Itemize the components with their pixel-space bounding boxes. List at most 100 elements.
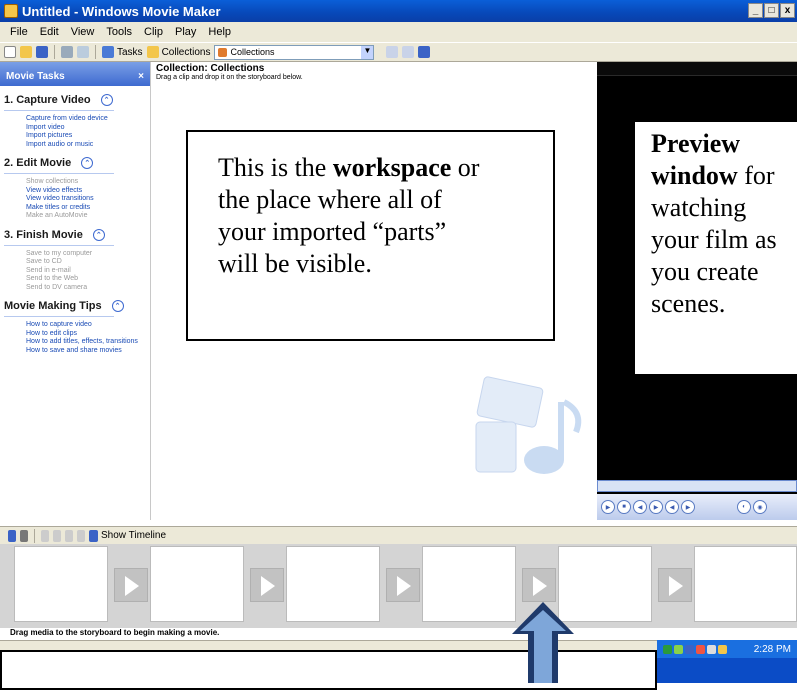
task-section-label: 2. Edit Movie	[4, 157, 72, 169]
minimize-button[interactable]: _	[748, 3, 763, 18]
task-link[interactable]: How to edit clips	[0, 330, 150, 339]
task-section-label: Movie Making Tips	[4, 300, 102, 312]
task-link: Send to the Web	[26, 275, 79, 282]
task-section-label: 3. Finish Movie	[4, 228, 83, 241]
task-link[interactable]: How to capture video	[0, 321, 150, 330]
open-folder-icon[interactable]	[20, 46, 32, 58]
task-section: 2. Edit Movie ⌃ Show collections View video…	[0, 155, 150, 221]
maximize-button[interactable]: □	[764, 3, 779, 18]
preview-header	[597, 62, 797, 76]
chevron-up-icon[interactable]: ⌃	[100, 94, 113, 106]
menu-view[interactable]: View	[65, 26, 101, 38]
play-icon[interactable]: ▶	[601, 500, 615, 514]
seek-bar[interactable]	[597, 480, 797, 492]
tray-app-icon[interactable]	[674, 644, 683, 654]
take-picture-icon[interactable]: ◉	[753, 500, 767, 514]
close-button[interactable]: x	[780, 3, 795, 18]
security-icon[interactable]	[718, 644, 727, 654]
new-project-icon[interactable]	[4, 46, 16, 58]
close-pane-icon[interactable]: ×	[138, 71, 144, 82]
task-link[interactable]: Make titles or credits	[0, 204, 150, 213]
storyboard-frame[interactable]	[150, 546, 244, 622]
collections-dropdown-value: Collections	[230, 47, 275, 57]
task-link[interactable]: View video effects	[0, 187, 150, 196]
narrate-icon[interactable]	[20, 529, 28, 542]
task-link[interactable]: Import audio or music	[0, 141, 150, 150]
collections-dropdown[interactable]: Collections ▼	[214, 44, 375, 60]
task-link[interactable]: How to save and share movies	[0, 347, 150, 356]
zoom-in-icon[interactable]	[41, 529, 49, 542]
play-storyboard-icon[interactable]	[77, 529, 85, 542]
zoom-out-icon[interactable]	[53, 529, 61, 542]
callout-line: the place where all of	[218, 185, 442, 214]
task-section: 1. Capture Video ⌃ Capture from video devi…	[0, 92, 150, 149]
chevron-up-icon[interactable]: ⌃	[92, 228, 105, 241]
tasks-button[interactable]: Tasks	[102, 46, 143, 58]
redo-icon[interactable]	[77, 46, 89, 58]
storyboard-frame[interactable]	[286, 546, 380, 622]
previous-frame-icon[interactable]: ◀	[633, 500, 647, 514]
storyboard-frame[interactable]	[694, 546, 797, 622]
toolbar: Tasks Collections Collections ▼	[0, 42, 797, 62]
tasks-icon	[102, 46, 114, 58]
chevron-down-icon: ▼	[361, 45, 374, 59]
transition-slot[interactable]	[114, 568, 148, 602]
menu-help[interactable]: Help	[202, 26, 237, 38]
transition-slot[interactable]	[522, 568, 556, 602]
split-clip-icon[interactable]: ◐	[737, 500, 751, 514]
task-link: Make an AutoMovie	[26, 212, 88, 219]
views-icon[interactable]	[418, 46, 431, 58]
task-link: Send in e-mail	[26, 266, 71, 274]
task-section-title[interactable]: Movie Making Tips ⌃	[0, 298, 150, 314]
menu-clip[interactable]: Clip	[138, 26, 169, 38]
transition-slot[interactable]	[386, 568, 420, 602]
up-one-level-icon[interactable]	[386, 46, 399, 58]
movie-maker-icon	[4, 4, 18, 18]
workspace: Collection: Collections Drag a clip and …	[152, 62, 597, 520]
forward-icon[interactable]: ▶	[681, 500, 695, 514]
new-collection-folder-icon[interactable]	[402, 46, 415, 58]
callout-line: watching	[651, 193, 747, 222]
network-icon[interactable]	[663, 644, 672, 654]
workspace-callout: This is the workspace or the place where…	[186, 130, 555, 341]
next-frame-icon[interactable]: ▶	[649, 500, 663, 514]
tray-app-icon[interactable]	[685, 644, 694, 654]
task-link[interactable]: How to add titles, effects, transitions	[0, 338, 150, 347]
task-section-title[interactable]: 2. Edit Movie ⌃	[0, 155, 150, 171]
collections-folder-icon	[146, 46, 159, 58]
movie-tasks-pane: Movie Tasks × 1. Capture Video ⌃ Capture f…	[0, 62, 151, 520]
preview-monitor: Preview window for watching your film as…	[597, 62, 797, 520]
task-link[interactable]: Capture from video device	[0, 115, 150, 124]
save-icon[interactable]	[36, 46, 48, 58]
tray-app-icon[interactable]	[696, 644, 705, 654]
task-link[interactable]: View video transitions	[0, 195, 150, 204]
task-link[interactable]: Import pictures	[0, 132, 150, 141]
rewind-storyboard-icon[interactable]	[65, 529, 73, 542]
volume-icon[interactable]	[707, 644, 716, 654]
menu-edit[interactable]: Edit	[34, 26, 65, 38]
rewind-icon[interactable]: ◀	[665, 500, 679, 514]
storyboard[interactable]	[0, 544, 797, 628]
menu-file[interactable]: File	[4, 26, 34, 38]
clock: 2:28 PM	[753, 643, 791, 655]
chevron-up-icon[interactable]: ⌃	[111, 300, 124, 312]
menu-play[interactable]: Play	[169, 26, 202, 38]
transition-slot[interactable]	[250, 568, 284, 602]
task-section-title[interactable]: 1. Capture Video ⌃	[0, 92, 150, 108]
movie-tasks-title: Movie Tasks	[6, 71, 65, 82]
storyboard-frame[interactable]	[14, 546, 108, 622]
chevron-up-icon[interactable]: ⌃	[81, 157, 94, 169]
show-timeline-button[interactable]: Show Timeline	[89, 529, 166, 542]
system-tray: 2:28 PM	[657, 640, 797, 658]
storyboard-frame[interactable]	[422, 546, 516, 622]
menu-tools[interactable]: Tools	[100, 26, 138, 38]
task-section-title[interactable]: 3. Finish Movie ⌃	[0, 227, 150, 243]
set-audio-levels-icon[interactable]	[8, 529, 16, 542]
collections-button[interactable]: Collections	[146, 46, 210, 58]
undo-icon[interactable]	[61, 46, 73, 58]
stop-icon[interactable]: ■	[617, 500, 631, 514]
task-link[interactable]: Import video	[0, 124, 150, 133]
callout-line: window for	[651, 161, 775, 190]
collection-icon	[218, 47, 228, 57]
transition-slot[interactable]	[658, 568, 692, 602]
